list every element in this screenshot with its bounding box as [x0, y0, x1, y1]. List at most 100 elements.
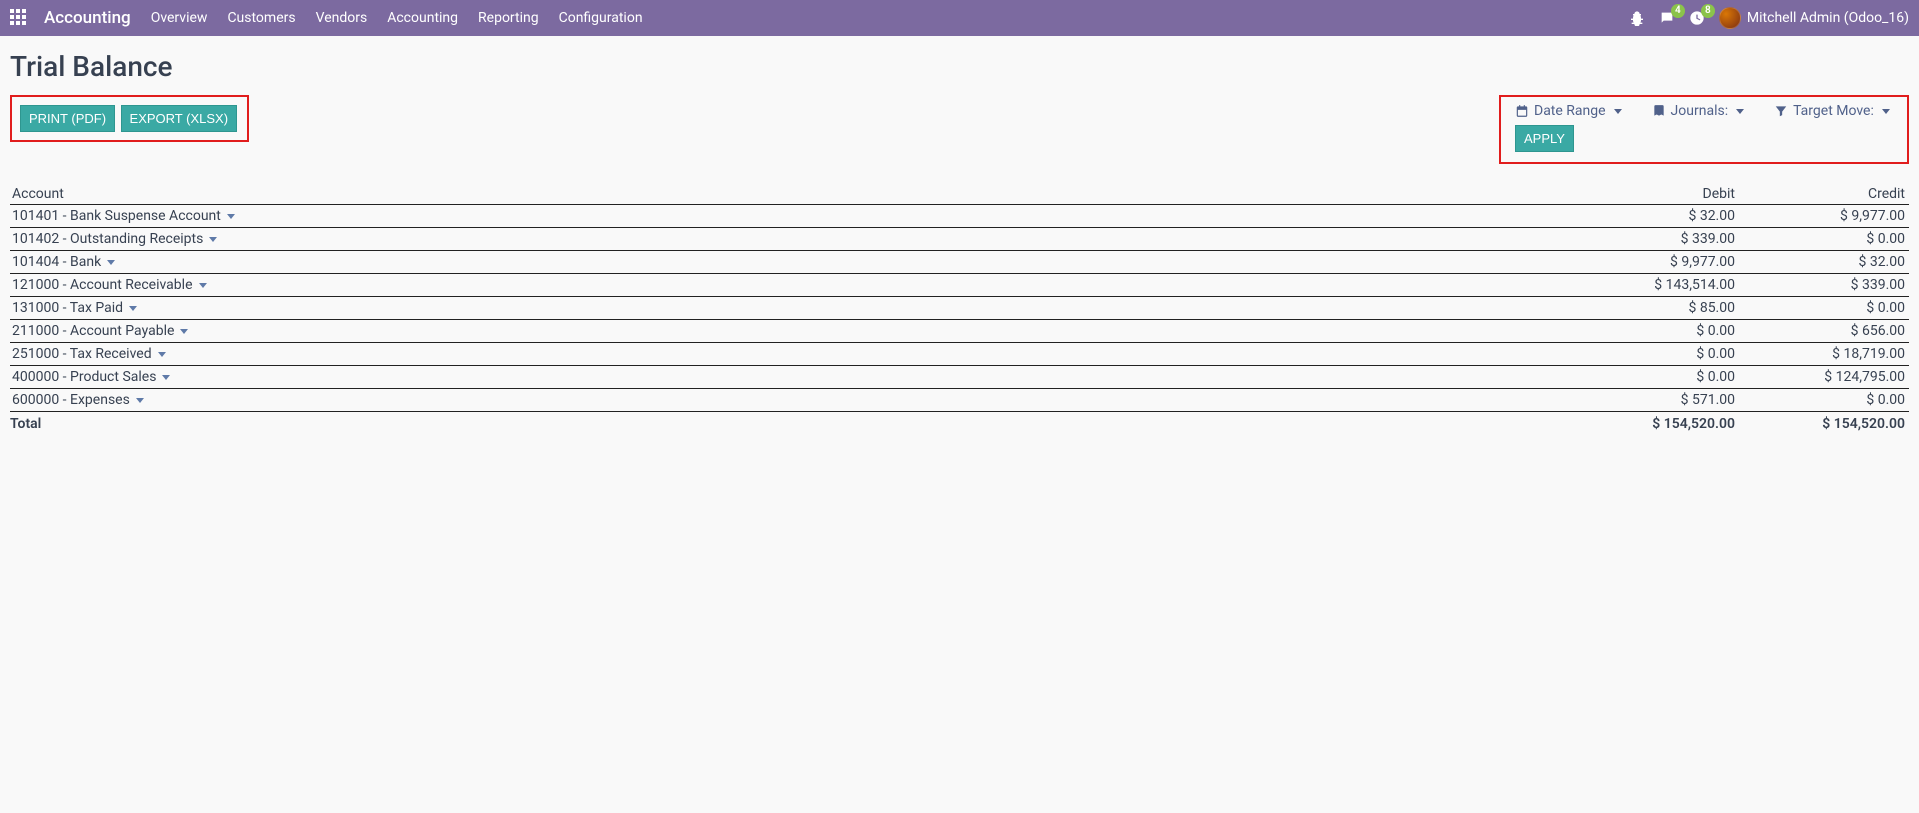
- caret-down-icon[interactable]: [136, 398, 144, 403]
- calendar-icon: [1515, 104, 1529, 118]
- debit-cell: $ 0.00: [1569, 320, 1739, 343]
- col-account: Account: [10, 182, 1569, 205]
- account-cell[interactable]: 131000 - Tax Paid: [10, 297, 1569, 320]
- account-cell[interactable]: 600000 - Expenses: [10, 389, 1569, 412]
- credit-cell: $ 339.00: [1739, 274, 1909, 297]
- filters-group: Date Range Journals: Target Move: APPLY: [1499, 95, 1909, 164]
- table-row: 600000 - Expenses $ 571.00$ 0.00: [10, 389, 1909, 412]
- date-range-label: Date Range: [1534, 103, 1606, 119]
- export-xlsx-button[interactable]: EXPORT (XLSX): [121, 105, 238, 132]
- account-name: 121000 - Account Receivable: [12, 277, 193, 293]
- account-name: 101402 - Outstanding Receipts: [12, 231, 203, 247]
- caret-down-icon: [1882, 109, 1890, 114]
- export-buttons-group: PRINT (PDF) EXPORT (XLSX): [10, 95, 249, 142]
- app-brand[interactable]: Accounting: [44, 8, 131, 28]
- table-total-row: Total $ 154,520.00 $ 154,520.00: [10, 412, 1909, 433]
- account-name: 101401 - Bank Suspense Account: [12, 208, 221, 224]
- nav-customers[interactable]: Customers: [227, 10, 295, 26]
- table-row: 101401 - Bank Suspense Account $ 32.00$ 9…: [10, 205, 1909, 228]
- toolbar-row: PRINT (PDF) EXPORT (XLSX) Date Range Jou…: [10, 95, 1909, 164]
- nav-menu: Overview Customers Vendors Accounting Re…: [151, 10, 643, 26]
- debit-cell: $ 339.00: [1569, 228, 1739, 251]
- table-row: 131000 - Tax Paid $ 85.00$ 0.00: [10, 297, 1909, 320]
- caret-down-icon[interactable]: [162, 375, 170, 380]
- navbar-right: 4 8 Mitchell Admin (Odoo_16): [1629, 7, 1909, 29]
- debit-cell: $ 32.00: [1569, 205, 1739, 228]
- caret-down-icon: [1614, 109, 1622, 114]
- user-name: Mitchell Admin (Odoo_16): [1747, 10, 1909, 26]
- filters-row: Date Range Journals: Target Move:: [1515, 103, 1893, 119]
- col-debit: Debit: [1569, 182, 1739, 205]
- date-range-filter[interactable]: Date Range: [1515, 103, 1622, 119]
- credit-cell: $ 0.00: [1739, 297, 1909, 320]
- page-title: Trial Balance: [10, 50, 1909, 83]
- table-row: 211000 - Account Payable $ 0.00$ 656.00: [10, 320, 1909, 343]
- account-cell[interactable]: 101404 - Bank: [10, 251, 1569, 274]
- credit-cell: $ 124,795.00: [1739, 366, 1909, 389]
- account-cell[interactable]: 101401 - Bank Suspense Account: [10, 205, 1569, 228]
- account-name: 600000 - Expenses: [12, 392, 130, 408]
- total-label: Total: [10, 412, 1569, 433]
- top-navbar: Accounting Overview Customers Vendors Ac…: [0, 0, 1919, 36]
- account-cell[interactable]: 121000 - Account Receivable: [10, 274, 1569, 297]
- credit-cell: $ 0.00: [1739, 228, 1909, 251]
- account-cell[interactable]: 101402 - Outstanding Receipts: [10, 228, 1569, 251]
- table-row: 251000 - Tax Received$ 0.00$ 18,719.00: [10, 343, 1909, 366]
- nav-overview[interactable]: Overview: [151, 10, 208, 26]
- caret-down-icon[interactable]: [129, 306, 137, 311]
- caret-down-icon[interactable]: [227, 214, 235, 219]
- target-move-filter[interactable]: Target Move:: [1774, 103, 1890, 119]
- account-cell[interactable]: 211000 - Account Payable: [10, 320, 1569, 343]
- journals-filter[interactable]: Journals:: [1652, 103, 1745, 119]
- messages-icon[interactable]: 4: [1659, 10, 1675, 26]
- total-debit: $ 154,520.00: [1569, 412, 1739, 433]
- user-menu[interactable]: Mitchell Admin (Odoo_16): [1719, 7, 1909, 29]
- print-pdf-button[interactable]: PRINT (PDF): [20, 105, 115, 132]
- account-name: 131000 - Tax Paid: [12, 300, 123, 316]
- journals-label: Journals:: [1671, 103, 1729, 119]
- credit-cell: $ 18,719.00: [1739, 343, 1909, 366]
- credit-cell: $ 0.00: [1739, 389, 1909, 412]
- credit-cell: $ 32.00: [1739, 251, 1909, 274]
- caret-down-icon[interactable]: [180, 329, 188, 334]
- nav-accounting[interactable]: Accounting: [387, 10, 458, 26]
- debit-cell: $ 0.00: [1569, 343, 1739, 366]
- debug-icon[interactable]: [1629, 10, 1645, 26]
- credit-cell: $ 656.00: [1739, 320, 1909, 343]
- nav-configuration[interactable]: Configuration: [559, 10, 643, 26]
- caret-down-icon: [1736, 109, 1744, 114]
- account-name: 211000 - Account Payable: [12, 323, 174, 339]
- page-content: Trial Balance PRINT (PDF) EXPORT (XLSX) …: [0, 36, 1919, 440]
- book-icon: [1652, 104, 1666, 118]
- col-credit: Credit: [1739, 182, 1909, 205]
- nav-vendors[interactable]: Vendors: [316, 10, 368, 26]
- caret-down-icon[interactable]: [209, 237, 217, 242]
- caret-down-icon[interactable]: [158, 352, 166, 357]
- caret-down-icon[interactable]: [199, 283, 207, 288]
- caret-down-icon[interactable]: [107, 260, 115, 265]
- activities-badge: 8: [1701, 4, 1715, 18]
- debit-cell: $ 0.00: [1569, 366, 1739, 389]
- apply-button[interactable]: APPLY: [1515, 125, 1574, 152]
- debit-cell: $ 9,977.00: [1569, 251, 1739, 274]
- account-cell[interactable]: 251000 - Tax Received: [10, 343, 1569, 366]
- navbar-left: Accounting Overview Customers Vendors Ac…: [10, 8, 643, 28]
- messages-badge: 4: [1671, 4, 1685, 18]
- debit-cell: $ 85.00: [1569, 297, 1739, 320]
- debit-cell: $ 571.00: [1569, 389, 1739, 412]
- avatar: [1719, 7, 1741, 29]
- table-row: 101402 - Outstanding Receipts $ 339.00$ 0…: [10, 228, 1909, 251]
- target-move-label: Target Move:: [1793, 103, 1874, 119]
- table-header-row: Account Debit Credit: [10, 182, 1909, 205]
- funnel-icon: [1774, 104, 1788, 118]
- activities-icon[interactable]: 8: [1689, 10, 1705, 26]
- credit-cell: $ 9,977.00: [1739, 205, 1909, 228]
- nav-reporting[interactable]: Reporting: [478, 10, 539, 26]
- account-cell[interactable]: 400000 - Product Sales: [10, 366, 1569, 389]
- total-credit: $ 154,520.00: [1739, 412, 1909, 433]
- table-row: 121000 - Account Receivable$ 143,514.00$…: [10, 274, 1909, 297]
- account-name: 400000 - Product Sales: [12, 369, 156, 385]
- table-row: 400000 - Product Sales $ 0.00$ 124,795.00: [10, 366, 1909, 389]
- trial-balance-table: Account Debit Credit 101401 - Bank Suspe…: [10, 182, 1909, 432]
- apps-icon[interactable]: [10, 9, 28, 27]
